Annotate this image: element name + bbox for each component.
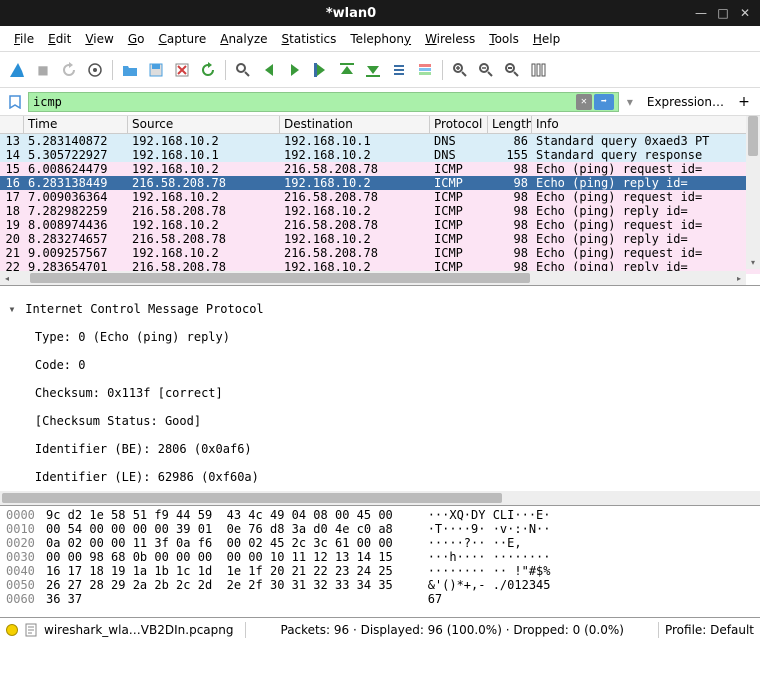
status-packets: Packets: 96 · Displayed: 96 (100.0%) · D…	[252, 623, 652, 637]
detail-line[interactable]: Type: 0 (Echo (ping) reply)	[0, 330, 760, 344]
packet-list-pane: Time Source Destination Protocol Length …	[0, 116, 760, 286]
menu-analyze[interactable]: Analyze	[214, 30, 273, 48]
colorize-icon[interactable]	[414, 59, 436, 81]
detail-line[interactable]: Identifier (BE): 2806 (0x0af6)	[0, 442, 760, 456]
menu-capture[interactable]: Capture	[152, 30, 212, 48]
toolbar: ■	[0, 52, 760, 88]
apply-filter-icon[interactable]: ➡	[594, 94, 614, 110]
add-filter-button[interactable]: +	[734, 94, 754, 110]
menu-statistics[interactable]: Statistics	[276, 30, 343, 48]
packet-row[interactable]: 187.282982259216.58.208.78192.168.10.2IC…	[0, 204, 760, 218]
expert-info-icon[interactable]	[6, 624, 18, 636]
expression-button[interactable]: Expression…	[641, 95, 730, 109]
packet-details-pane[interactable]: ▾ Internet Control Message Protocol Type…	[0, 286, 760, 506]
menu-wireless[interactable]: Wireless	[419, 30, 481, 48]
packet-row[interactable]: 198.008974436192.168.10.2216.58.208.78IC…	[0, 218, 760, 232]
hex-row[interactable]: 006036 37 67	[6, 592, 754, 606]
menu-edit[interactable]: Edit	[42, 30, 77, 48]
toolbar-separator	[112, 60, 113, 80]
menu-telephony[interactable]: Telephony	[344, 30, 417, 48]
collapse-toggle-icon[interactable]: ▾	[6, 302, 18, 316]
toolbar-separator	[442, 60, 443, 80]
go-last-icon[interactable]	[362, 59, 384, 81]
reload-icon[interactable]	[197, 59, 219, 81]
detail-line[interactable]: Checksum: 0x113f [correct]	[0, 386, 760, 400]
display-filter-value: icmp	[33, 95, 576, 109]
packet-bytes-pane[interactable]: 00009c d2 1e 58 51 f9 44 59 43 4c 49 04 …	[0, 506, 760, 618]
window-controls: — □ ✕	[694, 6, 752, 20]
open-file-icon[interactable]	[119, 59, 141, 81]
maximize-button[interactable]: □	[716, 6, 730, 20]
shark-fin-icon[interactable]	[6, 59, 28, 81]
titlebar: *wlan0 — □ ✕	[0, 0, 760, 26]
column-header-source[interactable]: Source	[128, 116, 280, 133]
vertical-scrollbar[interactable]: ▴ ▾	[746, 116, 760, 269]
go-forward-icon[interactable]	[284, 59, 306, 81]
menu-view[interactable]: View	[79, 30, 119, 48]
column-header-info[interactable]: Info	[532, 116, 760, 133]
detail-line[interactable]: Code: 0	[0, 358, 760, 372]
hex-row[interactable]: 003000 00 98 68 0b 00 00 00 00 00 10 11 …	[6, 550, 754, 564]
filter-bar: icmp ✕ ➡ ▾ Expression… +	[0, 88, 760, 116]
packet-row[interactable]: 166.283138449216.58.208.78192.168.10.2IC…	[0, 176, 760, 190]
menubar: File Edit View Go Capture Analyze Statis…	[0, 26, 760, 52]
detail-line[interactable]: [Checksum Status: Good]	[0, 414, 760, 428]
packet-row[interactable]: 156.008624479192.168.10.2216.58.208.78IC…	[0, 162, 760, 176]
menu-help[interactable]: Help	[527, 30, 566, 48]
column-header-protocol[interactable]: Protocol	[430, 116, 488, 133]
zoom-in-icon[interactable]	[449, 59, 471, 81]
packet-rows: 135.283140872192.168.10.2192.168.10.1DNS…	[0, 134, 760, 274]
menu-tools[interactable]: Tools	[483, 30, 525, 48]
window-title: *wlan0	[8, 6, 694, 21]
hex-row[interactable]: 005026 27 28 29 2a 2b 2c 2d 2e 2f 30 31 …	[6, 578, 754, 592]
status-separator	[658, 622, 659, 638]
packet-row[interactable]: 145.305722927192.168.10.1192.168.10.2DNS…	[0, 148, 760, 162]
capture-file-properties-icon[interactable]	[24, 623, 38, 637]
hex-row[interactable]: 00200a 02 00 00 11 3f 0a f6 00 02 45 2c …	[6, 536, 754, 550]
restart-capture-icon[interactable]	[58, 59, 80, 81]
goto-packet-icon[interactable]	[310, 59, 332, 81]
hex-row[interactable]: 004016 17 18 19 1a 1b 1c 1d 1e 1f 20 21 …	[6, 564, 754, 578]
go-first-icon[interactable]	[336, 59, 358, 81]
filter-bookmark-icon[interactable]	[6, 93, 24, 111]
detail-line[interactable]: Identifier (LE): 62986 (0xf60a)	[0, 470, 760, 484]
horizontal-scrollbar[interactable]	[0, 491, 760, 505]
menu-go[interactable]: Go	[122, 30, 151, 48]
clear-filter-icon[interactable]: ✕	[576, 94, 592, 110]
hex-row[interactable]: 00009c d2 1e 58 51 f9 44 59 43 4c 49 04 …	[6, 508, 754, 522]
capture-options-icon[interactable]	[84, 59, 106, 81]
save-file-icon[interactable]	[145, 59, 167, 81]
packet-row[interactable]: 177.009036364192.168.10.2216.58.208.78IC…	[0, 190, 760, 204]
display-filter-input[interactable]: icmp ✕ ➡	[28, 92, 619, 112]
hex-row[interactable]: 001000 54 00 00 00 00 39 01 0e 76 d8 3a …	[6, 522, 754, 536]
stop-capture-icon[interactable]: ■	[32, 59, 54, 81]
go-back-icon[interactable]	[258, 59, 280, 81]
packet-row[interactable]: 208.283274657216.58.208.78192.168.10.2IC…	[0, 232, 760, 246]
status-profile[interactable]: Profile: Default	[665, 623, 754, 637]
zoom-out-icon[interactable]	[475, 59, 497, 81]
close-button[interactable]: ✕	[738, 6, 752, 20]
menu-file[interactable]: File	[8, 30, 40, 48]
minimize-button[interactable]: —	[694, 6, 708, 20]
packet-row[interactable]: 135.283140872192.168.10.2192.168.10.1DNS…	[0, 134, 760, 148]
resize-columns-icon[interactable]	[527, 59, 549, 81]
auto-scroll-icon[interactable]	[388, 59, 410, 81]
column-header-time[interactable]: Time	[24, 116, 128, 133]
close-file-icon[interactable]	[171, 59, 193, 81]
column-header-length[interactable]: Length	[488, 116, 532, 133]
status-filename: wireshark_wla…VB2DIn.pcapng	[44, 623, 233, 637]
column-header-no[interactable]	[0, 116, 24, 133]
filter-history-dropdown[interactable]: ▾	[623, 93, 637, 111]
horizontal-scrollbar[interactable]: ◂ ▸	[0, 271, 746, 285]
packet-row[interactable]: 219.009257567192.168.10.2216.58.208.78IC…	[0, 246, 760, 260]
toolbar-separator	[225, 60, 226, 80]
packet-list-header: Time Source Destination Protocol Length …	[0, 116, 760, 134]
find-icon[interactable]	[232, 59, 254, 81]
proto-header[interactable]: Internet Control Message Protocol	[25, 302, 263, 316]
status-separator	[245, 622, 246, 638]
column-header-destination[interactable]: Destination	[280, 116, 430, 133]
zoom-reset-icon[interactable]	[501, 59, 523, 81]
status-bar: wireshark_wla…VB2DIn.pcapng Packets: 96 …	[0, 618, 760, 642]
